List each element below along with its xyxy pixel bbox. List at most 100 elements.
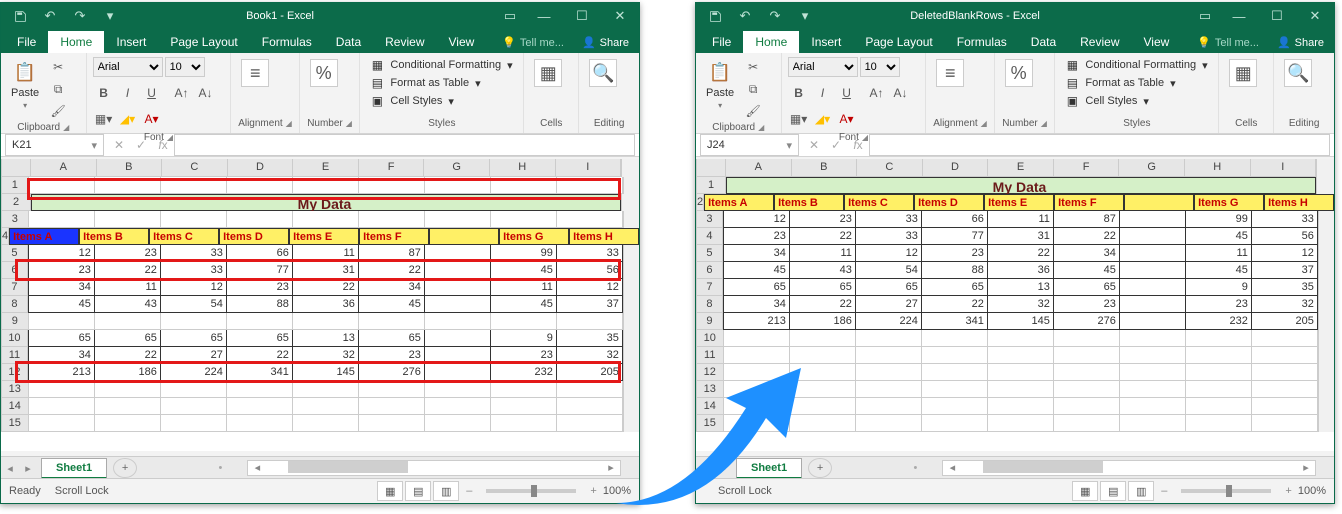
shrink-font-icon[interactable]: A↓ (890, 83, 912, 103)
cells-button[interactable]: ▦ (530, 57, 566, 89)
sheet-nav-prev-icon[interactable]: ◂ (1, 462, 19, 475)
underline-button[interactable]: U (141, 83, 163, 103)
alignment-button[interactable]: ≡ (932, 57, 968, 89)
fx-icon[interactable]: fx (152, 134, 174, 156)
undo-icon[interactable]: ↶ (35, 3, 65, 29)
tab-scroll-bullet-icon[interactable]: • (211, 462, 229, 474)
tell-me[interactable]: 💡 Tell me... (1189, 32, 1267, 53)
tab-data[interactable]: Data (324, 31, 373, 53)
undo-icon[interactable]: ↶ (730, 3, 760, 29)
cut-icon[interactable]: ✂ (742, 57, 764, 77)
name-box[interactable]: K21▾ (5, 134, 104, 156)
save-icon[interactable] (5, 3, 35, 29)
font-size-select[interactable]: 10 (860, 57, 900, 77)
normal-view-icon[interactable]: ▦ (1072, 481, 1098, 501)
tab-file[interactable]: File (700, 31, 743, 53)
editing-button[interactable]: 🔍 (585, 57, 621, 89)
enter-formula-icon[interactable]: ✓ (825, 134, 847, 156)
borders-icon[interactable]: ▦▾ (93, 109, 115, 129)
zoom-out-button[interactable]: – (466, 485, 472, 497)
spreadsheet-grid[interactable]: ABCDEFGHI12My Data34Items AItems BItems … (1, 159, 639, 451)
cancel-formula-icon[interactable]: ✕ (803, 134, 825, 156)
save-icon[interactable] (700, 3, 730, 29)
conditional-formatting-button[interactable]: ▦Conditional Formatting ▾ (366, 57, 516, 73)
font-size-select[interactable]: 10 (165, 57, 205, 77)
sheet-tab[interactable]: Sheet1 (736, 458, 802, 479)
redo-icon[interactable]: ↷ (760, 3, 790, 29)
cell-styles-button[interactable]: ▣Cell Styles ▾ (1061, 93, 1153, 109)
share-button[interactable]: 👤 Share (1267, 32, 1334, 53)
paste-button[interactable]: 📋 Paste ▾ (702, 57, 738, 112)
tab-page-layout[interactable]: Page Layout (853, 31, 944, 53)
bold-button[interactable]: B (93, 83, 115, 103)
zoom-out-button[interactable]: – (1161, 485, 1167, 497)
add-sheet-button[interactable]: + (113, 458, 137, 478)
tab-review[interactable]: Review (1068, 31, 1131, 53)
qat-dropdown-icon[interactable]: ▾ (790, 3, 820, 29)
borders-icon[interactable]: ▦▾ (788, 109, 810, 129)
zoom-slider[interactable] (486, 489, 576, 493)
horizontal-scrollbar[interactable]: ◂▸ (942, 460, 1316, 476)
sheet-tab[interactable]: Sheet1 (41, 458, 107, 479)
page-layout-view-icon[interactable]: ▤ (1100, 481, 1126, 501)
page-layout-view-icon[interactable]: ▤ (405, 481, 431, 501)
tab-data[interactable]: Data (1019, 31, 1068, 53)
zoom-in-button[interactable]: + (590, 485, 596, 497)
italic-button[interactable]: I (812, 83, 834, 103)
copy-icon[interactable]: ⧉ (47, 79, 69, 99)
minimize-button[interactable]: — (525, 3, 563, 29)
number-button[interactable]: % (306, 57, 342, 89)
page-break-view-icon[interactable]: ▥ (433, 481, 459, 501)
paste-button[interactable]: 📋 Paste ▾ (7, 57, 43, 112)
format-as-table-button[interactable]: ▤Format as Table ▾ (1061, 75, 1179, 91)
tab-insert[interactable]: Insert (104, 31, 158, 53)
font-name-select[interactable]: Arial (93, 57, 163, 77)
formula-input[interactable] (869, 134, 1330, 156)
zoom-in-button[interactable]: + (1285, 485, 1291, 497)
tab-scroll-bullet-icon[interactable]: • (906, 462, 924, 474)
cell-styles-button[interactable]: ▣Cell Styles ▾ (366, 93, 458, 109)
zoom-slider[interactable] (1181, 489, 1271, 493)
formula-input[interactable] (174, 134, 635, 156)
grow-font-icon[interactable]: A↑ (866, 83, 888, 103)
underline-button[interactable]: U (836, 83, 858, 103)
cancel-formula-icon[interactable]: ✕ (108, 134, 130, 156)
tab-file[interactable]: File (5, 31, 48, 53)
normal-view-icon[interactable]: ▦ (377, 481, 403, 501)
cells-button[interactable]: ▦ (1225, 57, 1261, 89)
add-sheet-button[interactable]: + (808, 458, 832, 478)
tab-formulas[interactable]: Formulas (945, 31, 1019, 53)
format-painter-icon[interactable]: 🖌 (47, 101, 69, 121)
alignment-button[interactable]: ≡ (237, 57, 273, 89)
font-color-icon[interactable]: A▾ (141, 109, 163, 129)
ribbon-options-icon[interactable]: ▭ (495, 3, 525, 29)
sheet-nav-next-icon[interactable]: ▸ (19, 462, 37, 475)
font-name-select[interactable]: Arial (788, 57, 858, 77)
cut-icon[interactable]: ✂ (47, 57, 69, 77)
conditional-formatting-button[interactable]: ▦Conditional Formatting ▾ (1061, 57, 1211, 73)
tell-me[interactable]: 💡 Tell me... (494, 32, 572, 53)
redo-icon[interactable]: ↷ (65, 3, 95, 29)
fx-icon[interactable]: fx (847, 134, 869, 156)
italic-button[interactable]: I (117, 83, 139, 103)
tab-home[interactable]: Home (48, 31, 104, 53)
tab-page-layout[interactable]: Page Layout (158, 31, 249, 53)
tab-view[interactable]: View (437, 31, 487, 53)
tab-formulas[interactable]: Formulas (250, 31, 324, 53)
maximize-button[interactable]: ☐ (1258, 3, 1296, 29)
bold-button[interactable]: B (788, 83, 810, 103)
maximize-button[interactable]: ☐ (563, 3, 601, 29)
name-box[interactable]: J24▾ (700, 134, 799, 156)
format-painter-icon[interactable]: 🖌 (742, 101, 764, 121)
spreadsheet-grid[interactable]: ABCDEFGHI1My Data2Items AItems BItems CI… (696, 159, 1334, 451)
tab-review[interactable]: Review (373, 31, 436, 53)
grow-font-icon[interactable]: A↑ (171, 83, 193, 103)
page-break-view-icon[interactable]: ▥ (1128, 481, 1154, 501)
sheet-nav-next-icon[interactable]: ▸ (714, 462, 732, 475)
minimize-button[interactable]: — (1220, 3, 1258, 29)
copy-icon[interactable]: ⧉ (742, 79, 764, 99)
number-button[interactable]: % (1001, 57, 1037, 89)
fill-color-icon[interactable]: ◢▾ (812, 109, 834, 129)
ribbon-options-icon[interactable]: ▭ (1190, 3, 1220, 29)
enter-formula-icon[interactable]: ✓ (130, 134, 152, 156)
